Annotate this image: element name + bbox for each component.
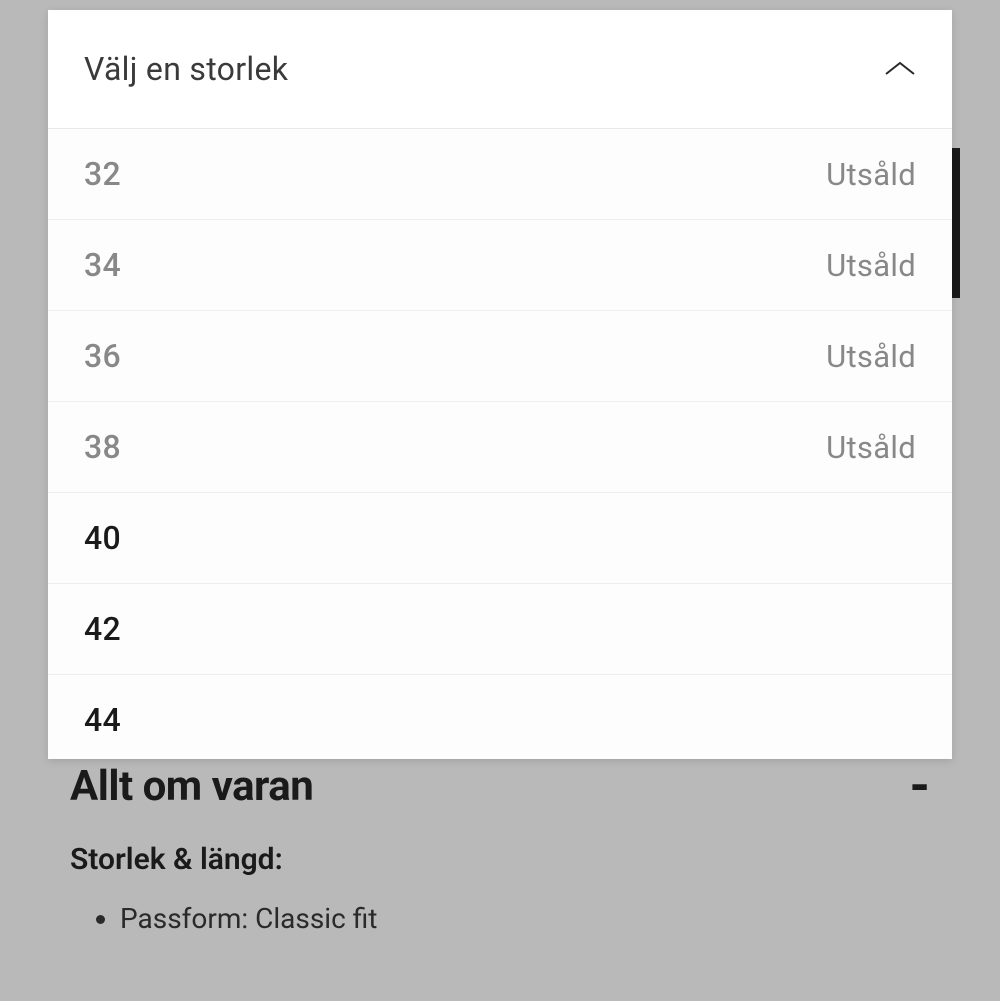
size-value: 44 (84, 701, 121, 739)
size-option-42[interactable]: 42 (48, 584, 952, 675)
collapse-icon: - (910, 760, 931, 812)
size-option-38[interactable]: 38 Utsåld (48, 402, 952, 493)
size-value: 40 (84, 519, 121, 557)
size-value: 34 (84, 246, 121, 284)
size-option-40[interactable]: 40 (48, 493, 952, 584)
dropdown-header[interactable]: Välj en storlek (48, 10, 952, 129)
section-header[interactable]: Allt om varan - (70, 760, 930, 812)
subsection-title: Storlek & längd: (70, 842, 930, 877)
size-option-34[interactable]: 34 Utsåld (48, 220, 952, 311)
size-value: 42 (84, 610, 121, 648)
list-item: Passform: Classic fit (120, 902, 930, 935)
size-dropdown: Välj en storlek 32 Utsåld 34 Utsåld 36 U… (48, 10, 952, 759)
size-option-36[interactable]: 36 Utsåld (48, 311, 952, 402)
chevron-up-icon (884, 60, 916, 78)
section-title: Allt om varan (70, 762, 313, 811)
size-value: 36 (84, 337, 121, 375)
size-status: Utsåld (826, 247, 916, 284)
size-status: Utsåld (826, 156, 916, 193)
size-status: Utsåld (826, 429, 916, 466)
size-option-44[interactable]: 44 (48, 675, 952, 759)
detail-list: Passform: Classic fit (70, 902, 930, 935)
size-status: Utsåld (826, 338, 916, 375)
size-value: 32 (84, 155, 121, 193)
size-value: 38 (84, 428, 121, 466)
product-info-section: Allt om varan - Storlek & längd: Passfor… (70, 760, 930, 947)
size-list: 32 Utsåld 34 Utsåld 36 Utsåld 38 Utsåld … (48, 129, 952, 759)
size-option-32[interactable]: 32 Utsåld (48, 129, 952, 220)
dropdown-label: Välj en storlek (84, 50, 288, 88)
